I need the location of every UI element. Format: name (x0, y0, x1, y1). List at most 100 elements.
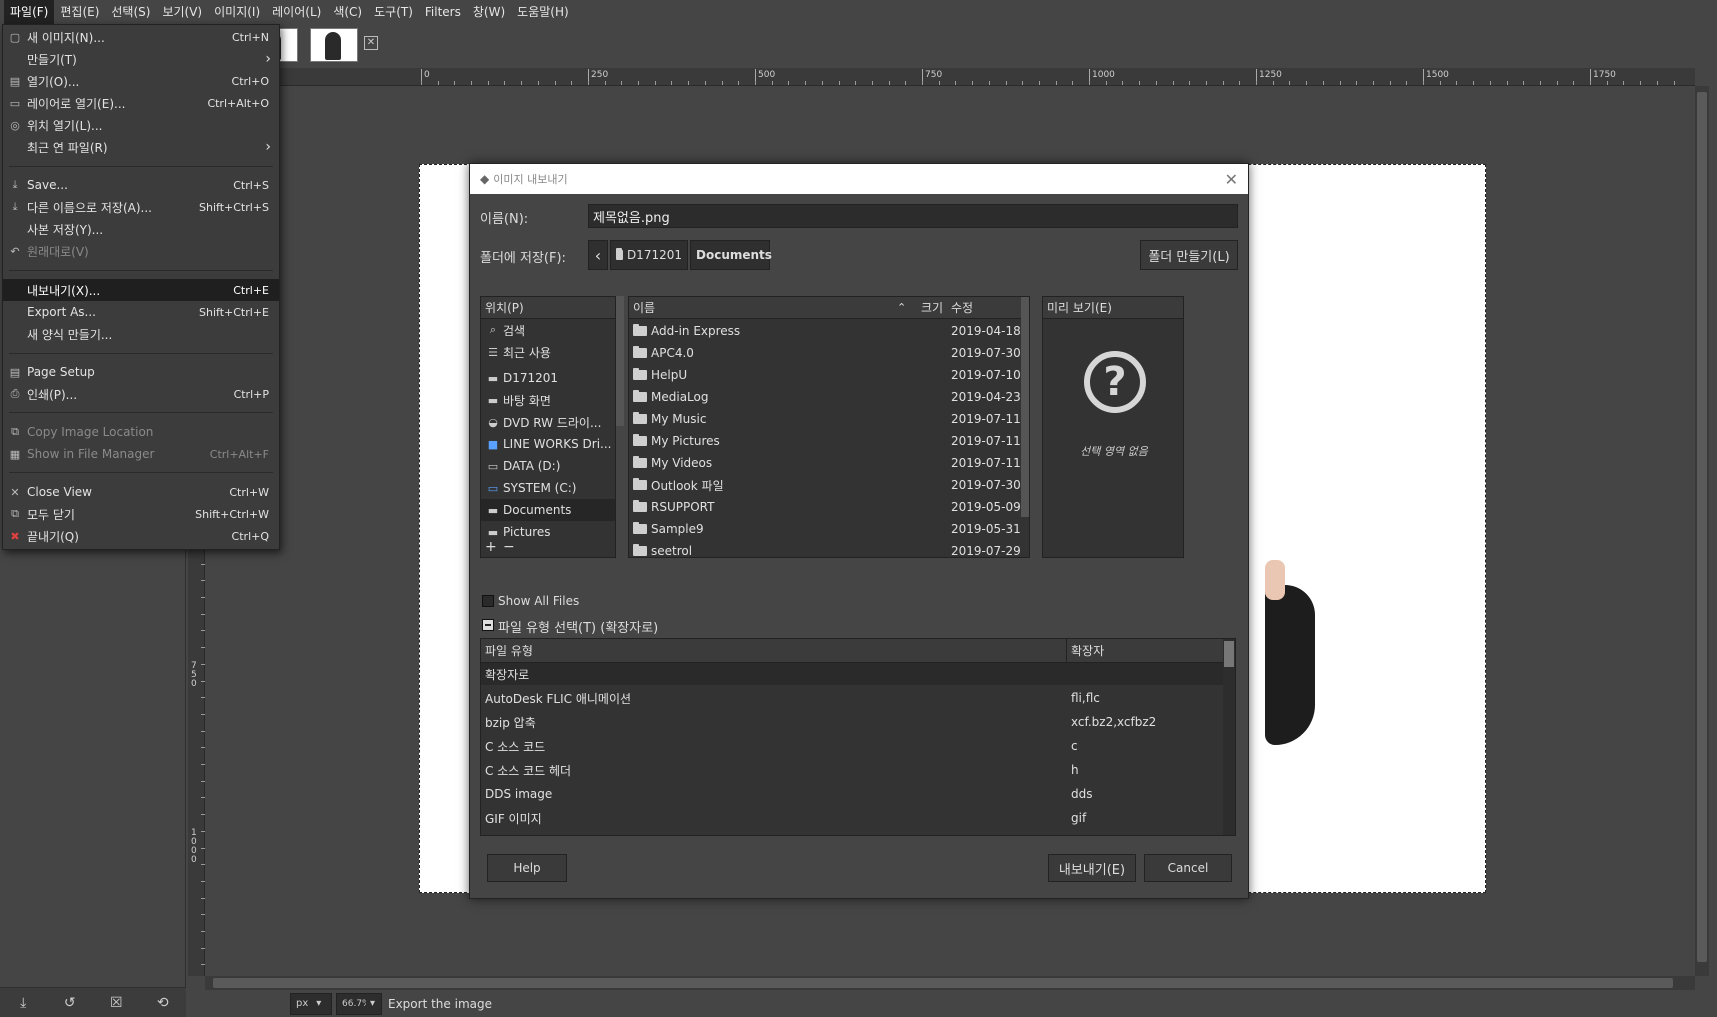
breadcrumb-documents[interactable]: Documents (690, 240, 772, 270)
menu-item-page-setup[interactable]: ▤ Page Setup (3, 361, 279, 383)
menu-item-export[interactable]: 내보내기(X)... Ctrl+E (3, 279, 279, 301)
dialog-titlebar[interactable]: ◆ 이미지 내보내기 ✕ (470, 164, 1248, 194)
file-row[interactable]: My Music 2019-07-11 (629, 408, 1021, 430)
menu-tools[interactable]: 도구(T) (368, 0, 419, 24)
ruler-minor-tick (1440, 81, 1441, 85)
file-type-scroll-thumb[interactable] (1224, 641, 1234, 667)
menu-item-print[interactable]: ⎙ 인쇄(P)... Ctrl+P (3, 383, 279, 405)
files-scrollbar[interactable] (1021, 297, 1029, 517)
menu-help[interactable]: 도움말(H) (511, 0, 575, 24)
file-type-row[interactable]: C 소스 코드 c (481, 735, 1159, 757)
file-row[interactable]: Sample9 2019-05-31 (629, 518, 1021, 540)
file-type-row[interactable]: GIF 이미지 gif (481, 807, 1159, 829)
horizontal-scroll-thumb[interactable] (213, 978, 1673, 988)
menu-edit[interactable]: 편집(E) (54, 0, 105, 24)
menu-windows[interactable]: 창(W) (467, 0, 511, 24)
vertical-scroll-thumb[interactable] (1697, 92, 1707, 962)
ruler-minor-tick (805, 81, 806, 85)
save-preset-icon[interactable]: ⤓ (14, 994, 32, 1012)
ruler-minor-tick (1390, 81, 1391, 85)
menu-item-export-as[interactable]: Export As... Shift+Ctrl+E (3, 301, 279, 323)
file-row[interactable]: My Videos 2019-07-11 (629, 452, 1021, 474)
menu-view[interactable]: 보기(V) (156, 0, 208, 24)
reset-icon[interactable]: ⟲ (154, 994, 172, 1012)
close-tab-icon[interactable]: ✕ (364, 36, 378, 50)
place-recent[interactable]: ☰ 최근 사용 (481, 341, 615, 363)
menu-item-open[interactable]: ▤ 열기(O)... Ctrl+O (3, 70, 279, 92)
help-button[interactable]: Help (487, 854, 567, 882)
place-search[interactable]: ⌕ 검색 (481, 319, 615, 341)
unit-select[interactable]: px ▾ (290, 992, 332, 1015)
menu-image[interactable]: 이미지(I) (208, 0, 266, 24)
print-icon: ⎙ (10, 387, 20, 400)
menu-item-save-as[interactable]: ⤓ 다른 이름으로 저장(A)... Shift+Ctrl+S (3, 196, 279, 218)
file-row[interactable]: APC4.0 2019-07-30 (629, 342, 1021, 364)
breadcrumb-back-button[interactable]: ‹ (588, 240, 608, 270)
place-dvd[interactable]: ◒ DVD RW 드라이... (481, 411, 615, 433)
menu-item-save-copy[interactable]: 사본 저장(Y)... (3, 218, 279, 240)
file-type-row[interactable]: C 소스 코드 헤더 h (481, 759, 1159, 781)
restore-icon[interactable]: ↺ (61, 994, 79, 1012)
image-tab-thumb-active[interactable] (310, 28, 358, 62)
menu-item-recent[interactable]: 최근 연 파일(R) › (3, 136, 279, 158)
create-folder-button[interactable]: 폴더 만들기(L) (1140, 240, 1238, 270)
menu-item-open-location[interactable]: ◎ 위치 열기(L)... (3, 114, 279, 136)
menu-item-create[interactable]: 만들기(T) › (3, 48, 279, 70)
horizontal-ruler[interactable]: 0 250 500 750 1000 1250 1500 1750 (205, 68, 1695, 86)
menu-item-save[interactable]: ⤓ Save... Ctrl+S (3, 174, 279, 196)
delete-icon[interactable]: ☒ (107, 994, 125, 1012)
menu-filters[interactable]: Filters (419, 0, 467, 24)
place-line-works[interactable]: ■ LINE WORKS Dri... (481, 433, 615, 455)
menu-item-close-all[interactable]: ⧉ 모두 닫기 Shift+Ctrl+W (3, 503, 279, 525)
expander-toggle[interactable] (482, 619, 494, 631)
close-icon[interactable]: ✕ (1225, 170, 1238, 189)
file-row[interactable]: RSUPPORT 2019-05-09 (629, 496, 1021, 518)
menu-select[interactable]: 선택(S) (105, 0, 156, 24)
file-type-row[interactable]: AutoDesk FLIC 애니메이션 fli,flc (481, 687, 1159, 709)
vertical-scrollbar[interactable] (1695, 86, 1709, 976)
menu-item-new-image[interactable]: ▢ 새 이미지(N)... Ctrl+N (3, 26, 279, 48)
file-type-row[interactable]: bzip 압축 xcf.bz2,xcfbz2 (481, 711, 1159, 733)
horizontal-scrollbar[interactable] (205, 976, 1695, 990)
place-desktop[interactable]: ▬ 바탕 화면 (481, 389, 615, 411)
places-scrollbar[interactable] (616, 296, 624, 426)
show-all-files-checkbox[interactable] (482, 595, 494, 607)
ruler-label: 750 (191, 661, 197, 689)
add-place-icon[interactable]: + (485, 539, 497, 555)
column-name[interactable]: 이름 (633, 299, 655, 316)
menu-item-open-as-layers[interactable]: ▭ 레이어로 열기(E)... Ctrl+Alt+O (3, 92, 279, 114)
menu-item-quit[interactable]: ✖ 끝내기(Q) Ctrl+Q (3, 525, 279, 547)
menu-layer[interactable]: 레이어(L) (266, 0, 327, 24)
file-row[interactable]: Outlook 파일 2019-07-30 (629, 474, 1021, 496)
file-row[interactable]: HelpU 2019-07-10 (629, 364, 1021, 386)
place-pictures[interactable]: ▬ Pictures (481, 521, 615, 543)
column-size[interactable]: 크기 (921, 299, 943, 316)
file-row[interactable]: Add-in Express 2019-04-18 (629, 320, 1021, 342)
file-type-toggle-label[interactable]: 파일 유형 선택(T) (확장자로) (498, 617, 658, 636)
breadcrumb-d171201[interactable]: D171201 (610, 240, 688, 270)
zoom-select[interactable]: 66.7% ▾ (336, 992, 382, 1015)
place-d171201[interactable]: ▬ D171201 (481, 367, 615, 389)
file-row[interactable]: seetrol 2019-07-29 (629, 540, 1021, 557)
file-type-scrollbar[interactable] (1223, 639, 1235, 835)
file-row[interactable]: MediaLog 2019-04-23 (629, 386, 1021, 408)
menu-colors[interactable]: 색(C) (327, 0, 368, 24)
column-file-type[interactable]: 파일 유형 (485, 642, 533, 659)
places-panel: 위치(P) ⌕ 검색 ☰ 최근 사용 ▬ D171201 ▬ 바탕 화면 ◒ DVD RW… (480, 296, 616, 558)
file-type-row-selected[interactable]: 확장자로 (481, 663, 1223, 685)
cancel-button[interactable]: Cancel (1144, 854, 1232, 882)
ruler-minor-tick (939, 81, 940, 85)
place-documents[interactable]: ▬ Documents (481, 499, 615, 521)
column-extension[interactable]: 확장자 (1071, 642, 1104, 659)
column-modified[interactable]: 수정 (951, 299, 973, 316)
menu-item-close-view[interactable]: ✕ Close View Ctrl+W (3, 481, 279, 503)
menu-file[interactable]: 파일(F) (4, 0, 55, 24)
filename-input[interactable] (588, 204, 1238, 228)
menu-item-create-template[interactable]: 새 양식 만들기... (3, 323, 279, 345)
place-data-d[interactable]: ▭ DATA (D:) (481, 455, 615, 477)
file-type-row[interactable]: DDS image dds (481, 783, 1159, 805)
place-system-c[interactable]: ▭ SYSTEM (C:) (481, 477, 615, 499)
export-button[interactable]: 내보내기(E) (1048, 854, 1136, 882)
file-row[interactable]: My Pictures 2019-07-11 (629, 430, 1021, 452)
remove-place-icon[interactable]: − (503, 539, 515, 555)
